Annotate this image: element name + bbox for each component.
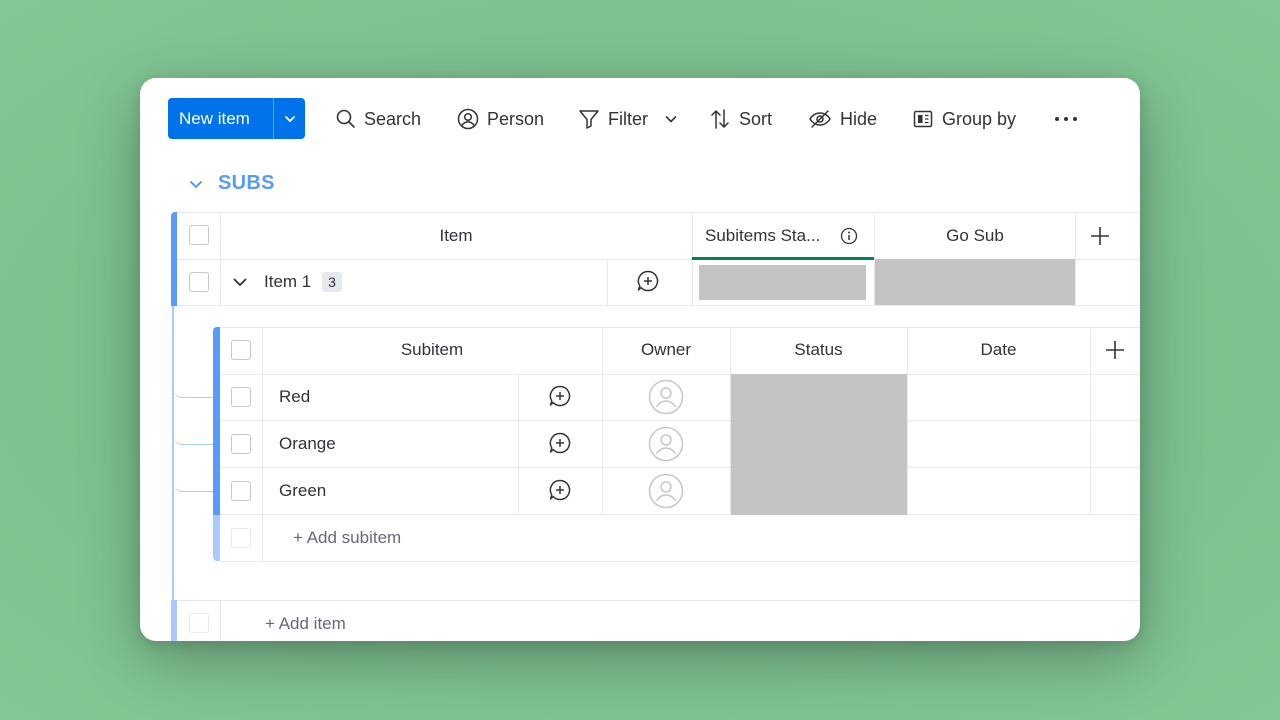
subitem-row-checkbox[interactable] bbox=[231, 387, 251, 407]
owner-avatar-icon[interactable] bbox=[648, 426, 684, 462]
add-subitem-checkbox bbox=[231, 528, 251, 548]
column-header-status[interactable]: Status bbox=[730, 340, 907, 360]
add-item-button[interactable]: + Add item bbox=[265, 614, 346, 634]
subitem-color-bar bbox=[213, 327, 220, 515]
subitems-table: Subitem Owner Status Date Red Orange Gre… bbox=[140, 78, 1140, 641]
add-subitem-column-icon[interactable] bbox=[1105, 340, 1125, 360]
column-header-subitem[interactable]: Subitem bbox=[262, 340, 602, 360]
add-update-icon[interactable] bbox=[548, 384, 572, 408]
subitem-row-checkbox[interactable] bbox=[231, 481, 251, 501]
owner-avatar-icon[interactable] bbox=[648, 473, 684, 509]
select-all-subitems-checkbox[interactable] bbox=[231, 340, 251, 360]
owner-avatar-icon[interactable] bbox=[648, 379, 684, 415]
board-card: New item Search Person Filter Sort Hide … bbox=[140, 78, 1140, 641]
add-subitem-button[interactable]: + Add subitem bbox=[293, 528, 401, 548]
add-item-checkbox bbox=[189, 613, 209, 633]
column-header-date[interactable]: Date bbox=[907, 340, 1090, 360]
add-update-icon[interactable] bbox=[548, 478, 572, 502]
subitem-name[interactable]: Orange bbox=[279, 434, 336, 454]
status-cells[interactable] bbox=[731, 374, 907, 515]
subitem-name[interactable]: Green bbox=[279, 481, 326, 501]
subitem-name[interactable]: Red bbox=[279, 387, 310, 407]
add-update-icon[interactable] bbox=[548, 431, 572, 455]
column-header-owner[interactable]: Owner bbox=[602, 340, 730, 360]
subitem-row-checkbox[interactable] bbox=[231, 434, 251, 454]
